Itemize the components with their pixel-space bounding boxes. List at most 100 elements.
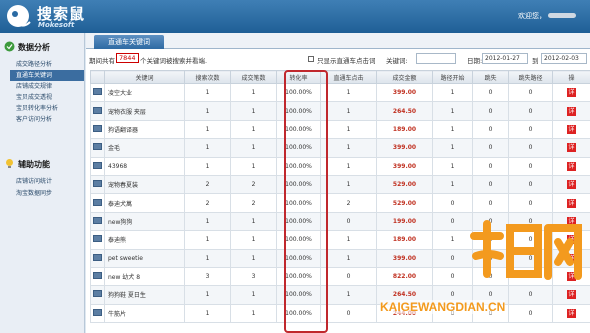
conversion-cell: 100.00% — [276, 303, 321, 324]
row-detail-icon[interactable] — [90, 156, 105, 176]
detail-button[interactable]: 详 — [552, 193, 590, 213]
row-detail-icon[interactable] — [90, 119, 105, 140]
sidebar-item-visit-stats[interactable]: 店铺访问统计 — [14, 176, 84, 187]
tab-keywords[interactable]: 直通车关键词 — [94, 35, 164, 49]
ztc-clicks-cell: 0 — [320, 211, 377, 232]
search-count-cell: 1 — [184, 156, 231, 176]
detail-button[interactable]: 详 — [552, 101, 590, 121]
column-header[interactable]: 转化率 — [276, 70, 321, 84]
bounce-path-cell: 0 — [508, 101, 553, 121]
sidebar-item-conversion[interactable]: 宝贝转化率分析 — [14, 103, 84, 114]
column-header[interactable] — [90, 70, 105, 84]
conversion-cell: 100.00% — [276, 156, 321, 176]
keyword-cell: 43968 — [104, 156, 185, 176]
conversion-cell: 100.00% — [276, 285, 321, 305]
orders-cell: 1 — [230, 303, 277, 324]
column-header[interactable]: 跳失 — [472, 70, 509, 84]
keyword-label: 关键词: — [386, 57, 408, 65]
row-detail-icon[interactable] — [90, 82, 105, 103]
row-detail-icon[interactable] — [90, 211, 105, 232]
amount-cell: 399.00 — [376, 248, 433, 268]
column-header[interactable]: 关键词 — [104, 70, 185, 84]
amount-cell: 264.50 — [376, 101, 433, 121]
sidebar-item-path-analysis[interactable]: 成交路径分析 — [14, 59, 84, 70]
keyword-cell: new 幼犬 8 — [104, 266, 185, 287]
sidebar-item-store-pattern[interactable]: 店铺成交规律 — [14, 81, 84, 92]
table-row[interactable]: 43968 1 1 100.00% 1 399.00 1 0 0 详 — [90, 156, 590, 176]
keyword-input[interactable] — [416, 53, 456, 64]
date-label: 日期: — [467, 57, 483, 65]
sidebar-section-analysis: 数据分析 — [18, 43, 50, 52]
table-row[interactable]: 宠物衣服 夹层 1 1 100.00% 1 264.50 1 0 0 详 — [90, 101, 590, 121]
column-header[interactable]: 跳失路径 — [508, 70, 553, 84]
column-header[interactable]: 成交笔数 — [230, 70, 277, 84]
search-count-cell: 1 — [184, 230, 231, 250]
welcome-text: 欢迎您， — [518, 12, 546, 20]
row-detail-icon[interactable] — [90, 174, 105, 195]
detail-button[interactable]: 详 — [552, 138, 590, 158]
column-header[interactable]: 成交金额 — [376, 70, 433, 84]
keyword-cell: 狗语翻译器 — [104, 119, 185, 140]
ztc-clicks-cell: 1 — [320, 248, 377, 268]
keyword-cell: 宠物衣服 夹层 — [104, 101, 185, 121]
bounce-path-cell: 0 — [508, 119, 553, 140]
bounce-path-cell: 0 — [508, 156, 553, 176]
sidebar-item-item-perspective[interactable]: 宝贝成交透视 — [14, 92, 84, 103]
table-row[interactable]: 狗语翻译器 1 1 100.00% 1 189.00 1 0 0 详 — [90, 119, 590, 140]
row-detail-icon[interactable] — [90, 138, 105, 158]
date-to-input[interactable]: 2012-02-03 — [541, 53, 587, 64]
table-row[interactable]: 凌空大业 1 1 100.00% 1 399.00 1 0 0 详 — [90, 82, 590, 103]
app-subname: Mokesoft — [38, 21, 75, 29]
watermark-url: KAIGEWANGDIAN.CN — [380, 300, 506, 314]
sidebar-item-visit-analysis[interactable]: 客户访问分析 — [14, 114, 84, 125]
row-detail-icon[interactable] — [90, 230, 105, 250]
detail-button-label: 详 — [567, 106, 576, 116]
detail-button[interactable]: 详 — [552, 82, 590, 103]
table-row[interactable]: 泰迪犬萬 2 2 100.00% 2 529.00 0 0 0 详 — [90, 193, 590, 213]
table-row[interactable]: 牛筋片11100.00%0244.00000详 — [90, 303, 590, 324]
amount-cell: 529.00 — [376, 193, 433, 213]
table-row[interactable]: 宠物春夏装 2 2 100.00% 1 529.00 1 0 0 详 — [90, 174, 590, 195]
column-header[interactable]: 搜索次数 — [184, 70, 231, 84]
table-row[interactable]: 金毛 1 1 100.00% 1 399.00 1 0 0 详 — [90, 138, 590, 158]
detail-button[interactable]: 详 — [552, 119, 590, 140]
row-detail-icon[interactable] — [90, 248, 105, 268]
ztc-clicks-cell: 1 — [320, 230, 377, 250]
ztc-clicks-cell: 1 — [320, 174, 377, 195]
orders-cell: 1 — [230, 82, 277, 103]
bounce-cell: 0 — [472, 82, 509, 103]
conversion-cell: 100.00% — [276, 138, 321, 158]
row-detail-icon[interactable] — [90, 266, 105, 287]
row-detail-icon[interactable] — [90, 193, 105, 213]
username-blurred — [548, 13, 576, 18]
search-count-cell: 1 — [184, 248, 231, 268]
path-start-cell: 1 — [432, 174, 473, 195]
column-header[interactable]: 操 — [552, 70, 590, 84]
detail-button[interactable]: 详 — [552, 303, 590, 324]
row-detail-icon[interactable] — [90, 101, 105, 121]
row-detail-icon[interactable] — [90, 303, 105, 324]
column-header[interactable]: 直通车点击 — [320, 70, 377, 84]
only-show-checkbox[interactable] — [308, 56, 314, 62]
amount-cell: 189.00 — [376, 230, 433, 250]
conversion-cell: 100.00% — [276, 119, 321, 140]
column-header[interactable]: 路径开始 — [432, 70, 473, 84]
ztc-clicks-cell: 1 — [320, 156, 377, 176]
detail-button[interactable]: 详 — [552, 174, 590, 195]
count-prefix: 期间共有 — [89, 57, 115, 65]
search-count-cell: 2 — [184, 193, 231, 213]
path-start-cell: 1 — [432, 119, 473, 140]
detail-button-label: 详 — [567, 308, 576, 318]
conversion-cell: 100.00% — [276, 193, 321, 213]
mouse-logo-icon — [7, 5, 31, 27]
date-from-input[interactable]: 2012-01-27 — [482, 53, 528, 64]
to-label: 到 — [532, 57, 539, 65]
row-detail-icon[interactable] — [90, 285, 105, 305]
detail-button[interactable]: 详 — [552, 156, 590, 176]
sidebar-item-keywords[interactable]: 直通车关键词 — [10, 70, 84, 81]
bounce-path-cell: 0 — [508, 82, 553, 103]
bounce-path-cell: 0 — [508, 174, 553, 195]
conversion-cell: 100.00% — [276, 248, 321, 268]
sidebar-item-data-sync[interactable]: 淘宝数据同步 — [14, 188, 84, 199]
ztc-clicks-cell: 0 — [320, 266, 377, 287]
